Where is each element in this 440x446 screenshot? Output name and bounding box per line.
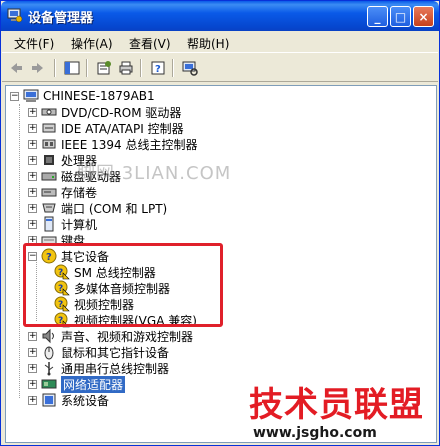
- device-manager-icon: [7, 8, 23, 23]
- properties-button[interactable]: [94, 58, 114, 78]
- toolbar-separator: [172, 59, 174, 77]
- port-icon: [42, 203, 56, 213]
- menu-file[interactable]: 文件(F): [14, 35, 54, 52]
- computer-icon: [44, 216, 54, 232]
- close-icon: ×: [418, 9, 429, 24]
- tree-node-label-selected: 网络适配器: [61, 375, 126, 393]
- console-tree-icon: [64, 61, 80, 75]
- menu-action[interactable]: 操作(A): [71, 35, 113, 52]
- toolbar-separator: [140, 59, 142, 77]
- expand-icon[interactable]: +: [28, 139, 37, 149]
- expand-icon[interactable]: +: [28, 331, 37, 341]
- console-tree-button[interactable]: [62, 58, 82, 78]
- tree-node-label: 通用串行总线控制器: [61, 361, 170, 376]
- help-button[interactable]: ?: [148, 58, 168, 78]
- menu-help[interactable]: 帮助(H): [187, 35, 229, 52]
- expand-icon[interactable]: +: [28, 219, 37, 229]
- ieee1394-icon: [42, 139, 56, 149]
- tree-node-label: 鼠标和其它指针设备: [61, 345, 170, 360]
- tree-node[interactable]: + DVD/CD-ROM 驱动器: [28, 104, 181, 120]
- computer-icon: [23, 89, 39, 102]
- print-icon: [119, 61, 133, 75]
- scan-hardware-button[interactable]: [180, 58, 200, 78]
- device-manager-window: 设备管理器 _ □ × 文件(F) 操作(A) 查看(V) 帮助(H) ? − …: [0, 0, 440, 446]
- properties-icon: [97, 61, 111, 75]
- menu-view[interactable]: 查看(V): [129, 35, 171, 52]
- watermark-url: www.jsgho.com: [253, 425, 377, 441]
- tree-connector: [19, 104, 20, 398]
- tree-node-label: IDE ATA/ATAPI 控制器: [61, 121, 184, 136]
- toolbar-separator: [54, 59, 56, 77]
- close-button[interactable]: ×: [413, 6, 434, 27]
- disk-drive-icon: [41, 172, 57, 181]
- root-label: CHINESE-1879AB1: [43, 89, 155, 103]
- print-button[interactable]: [116, 58, 136, 78]
- expand-icon[interactable]: +: [28, 155, 37, 165]
- storage-volume-icon: [41, 188, 57, 197]
- back-button[interactable]: [6, 58, 26, 78]
- tree-node[interactable]: + 系统设备: [28, 392, 109, 408]
- toolbar: ?: [2, 54, 438, 82]
- forward-button[interactable]: [28, 58, 48, 78]
- window-title: 设备管理器: [28, 11, 94, 26]
- mouse-icon: [44, 346, 54, 360]
- tree-node-label: 端口 (COM 和 LPT): [61, 201, 168, 216]
- help-icon: ?: [151, 61, 165, 75]
- usb-icon: [44, 362, 54, 376]
- expand-icon[interactable]: +: [28, 363, 37, 373]
- title-bar[interactable]: 设备管理器 _ □ ×: [1, 1, 439, 31]
- processor-icon: [44, 155, 54, 165]
- maximize-button[interactable]: □: [390, 6, 411, 27]
- network-adapter-icon: [41, 379, 57, 389]
- menu-bar: 文件(F) 操作(A) 查看(V) 帮助(H): [2, 31, 438, 53]
- expand-icon[interactable]: +: [28, 395, 37, 405]
- tree-node-label: 系统设备: [61, 393, 110, 408]
- expand-icon[interactable]: +: [28, 123, 37, 133]
- tree-root[interactable]: − CHINESE-1879AB1: [10, 88, 155, 104]
- tree-node[interactable]: + 端口 (COM 和 LPT): [28, 200, 167, 216]
- tree-node[interactable]: + 通用串行总线控制器: [28, 360, 169, 376]
- tree-node[interactable]: + IEEE 1394 总线主控制器: [28, 136, 197, 152]
- back-arrow-icon: [11, 63, 22, 73]
- tree-node-label: IEEE 1394 总线主控制器: [61, 137, 198, 152]
- watermark-brand: 技术员联盟: [249, 385, 424, 425]
- tree-node[interactable]: + 网络适配器: [28, 375, 126, 393]
- expand-icon[interactable]: +: [28, 187, 37, 197]
- sound-device-icon: [42, 328, 54, 344]
- dvd-drive-icon: [41, 108, 57, 116]
- toolbar-separator: [86, 59, 88, 77]
- highlight-box: [23, 243, 223, 327]
- tree-node[interactable]: + 存储卷: [28, 184, 97, 200]
- maximize-icon: □: [394, 9, 407, 24]
- tree-node[interactable]: + IDE ATA/ATAPI 控制器: [28, 120, 184, 136]
- tree-node-label: 计算机: [61, 217, 98, 232]
- expand-icon[interactable]: +: [28, 107, 37, 117]
- system-device-icon: [42, 393, 56, 407]
- tree-node[interactable]: + 计算机: [28, 216, 97, 232]
- svg-text:?: ?: [155, 64, 161, 75]
- watermark-middle: 脚网 3LIAN.COM: [77, 163, 232, 184]
- tree-node-label: 声音、视频和游戏控制器: [61, 329, 194, 344]
- expand-icon[interactable]: +: [28, 347, 37, 357]
- forward-arrow-icon: [32, 63, 43, 73]
- scan-hardware-icon: [182, 61, 198, 76]
- minimize-button[interactable]: _: [367, 6, 388, 27]
- expand-icon[interactable]: +: [28, 379, 37, 389]
- ide-controller-icon: [42, 123, 56, 133]
- collapse-icon[interactable]: −: [10, 91, 19, 101]
- expand-icon[interactable]: +: [28, 203, 37, 213]
- tree-node[interactable]: + 鼠标和其它指针设备: [28, 344, 169, 360]
- tree-node[interactable]: + 声音、视频和游戏控制器: [28, 328, 193, 344]
- expand-icon[interactable]: +: [28, 171, 37, 181]
- tree-node-label: 存储卷: [61, 185, 98, 200]
- minimize-icon: _: [374, 9, 381, 24]
- tree-node-label: DVD/CD-ROM 驱动器: [61, 105, 182, 120]
